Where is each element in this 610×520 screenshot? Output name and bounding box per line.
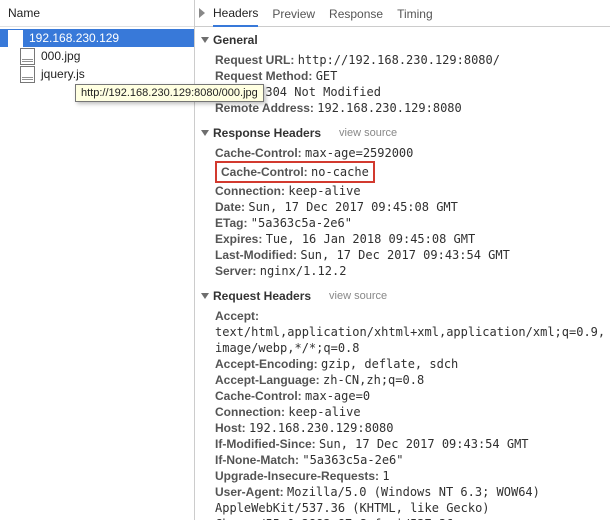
section-title-request-headers[interactable]: Request Headers view source bbox=[201, 289, 606, 303]
section-general: General Request URL: http://192.168.230.… bbox=[201, 33, 606, 116]
section-label: General bbox=[213, 33, 258, 47]
file-list: 192.168.230.129 000.jpg jquery.js bbox=[0, 27, 194, 83]
tab-preview[interactable]: Preview bbox=[272, 1, 315, 26]
kv-date: Date: Sun, 17 Dec 2017 09:45:08 GMT bbox=[201, 199, 606, 215]
kv-cache-control-highlight: Cache-Control: no-cache bbox=[201, 161, 606, 183]
tab-headers[interactable]: Headers bbox=[213, 0, 258, 27]
kv-if-modified-since: If-Modified-Since: Sun, 17 Dec 2017 09:4… bbox=[201, 436, 606, 452]
document-icon bbox=[20, 48, 35, 65]
kv-connection: Connection: keep-alive bbox=[201, 404, 606, 420]
kv-server: Server: nginx/1.12.2 bbox=[201, 263, 606, 279]
details-panel: Headers Preview Response Timing General … bbox=[195, 0, 610, 520]
kv-remote-address: Remote Address: 192.168.230.129:8080 bbox=[201, 100, 606, 116]
disclosure-triangle-icon bbox=[201, 130, 209, 136]
kv-accept: Accept: text/html,application/xhtml+xml,… bbox=[201, 308, 606, 356]
kv-cache-control: Cache-Control: max-age=0 bbox=[201, 388, 606, 404]
file-name: jquery.js bbox=[41, 67, 85, 81]
disclosure-triangle-icon bbox=[201, 37, 209, 43]
document-icon bbox=[8, 30, 23, 47]
kv-host: Host: 192.168.230.129:8080 bbox=[201, 420, 606, 436]
kv-expires: Expires: Tue, 16 Jan 2018 09:45:08 GMT bbox=[201, 231, 606, 247]
detail-tabs: Headers Preview Response Timing bbox=[195, 0, 610, 27]
section-label: Request Headers bbox=[213, 289, 311, 303]
section-title-general[interactable]: General bbox=[201, 33, 606, 47]
view-source-link[interactable]: view source bbox=[339, 127, 397, 139]
kv-connection: Connection: keep-alive bbox=[201, 183, 606, 199]
chevron-right-icon bbox=[199, 8, 205, 18]
tab-timing[interactable]: Timing bbox=[397, 1, 433, 26]
kv-request-method: Request Method: GET bbox=[201, 68, 606, 84]
kv-request-url: Request URL: http://192.168.230.129:8080… bbox=[201, 52, 606, 68]
kv-cache-control: Cache-Control: max-age=2592000 bbox=[201, 145, 606, 161]
section-label: Response Headers bbox=[213, 126, 321, 140]
disclosure-triangle-icon bbox=[201, 293, 209, 299]
url-tooltip: http://192.168.230.129:8080/000.jpg bbox=[75, 84, 264, 102]
section-title-response-headers[interactable]: Response Headers view source bbox=[201, 126, 606, 140]
tab-response[interactable]: Response bbox=[329, 1, 383, 26]
name-panel: Name 192.168.230.129 000.jpg jquery.js h… bbox=[0, 0, 195, 520]
file-name: 192.168.230.129 bbox=[29, 31, 119, 45]
section-response-headers: Response Headers view source Cache-Contr… bbox=[201, 126, 606, 279]
kv-accept-encoding: Accept-Encoding: gzip, deflate, sdch bbox=[201, 356, 606, 372]
kv-etag: ETag: "5a363c5a-2e6" bbox=[201, 215, 606, 231]
file-row[interactable]: jquery.js bbox=[0, 65, 194, 83]
file-name: 000.jpg bbox=[41, 49, 80, 63]
section-request-headers: Request Headers view source Accept: text… bbox=[201, 289, 606, 520]
devtools-network-panel: Name 192.168.230.129 000.jpg jquery.js h… bbox=[0, 0, 610, 520]
view-source-link[interactable]: view source bbox=[329, 290, 387, 302]
name-column-header[interactable]: Name bbox=[0, 0, 194, 27]
kv-accept-language: Accept-Language: zh-CN,zh;q=0.8 bbox=[201, 372, 606, 388]
kv-upgrade-insecure-requests: Upgrade-Insecure-Requests: 1 bbox=[201, 468, 606, 484]
kv-user-agent: User-Agent: Mozilla/5.0 (Windows NT 6.3;… bbox=[201, 484, 606, 520]
file-row[interactable]: 192.168.230.129 bbox=[0, 29, 194, 47]
file-row[interactable]: 000.jpg bbox=[0, 47, 194, 65]
kv-last-modified: Last-Modified: Sun, 17 Dec 2017 09:43:54… bbox=[201, 247, 606, 263]
document-icon bbox=[20, 66, 35, 83]
kv-if-none-match: If-None-Match: "5a363c5a-2e6" bbox=[201, 452, 606, 468]
